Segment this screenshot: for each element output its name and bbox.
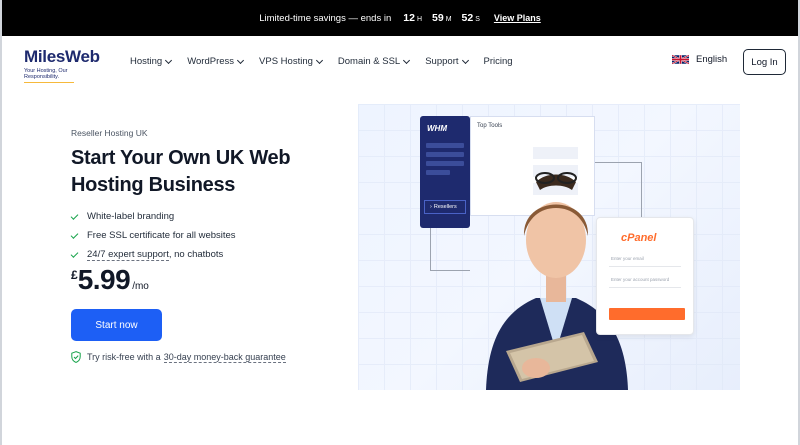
- promo-bar: Limited-time savings — ends in 12 H 59 M 5…: [2, 0, 798, 38]
- chevron-down-icon: [461, 56, 469, 64]
- feature-item: 24/7 expert support, no chatbots: [70, 245, 236, 264]
- feature-item: White-label branding: [70, 207, 236, 226]
- hero-eyebrow: Reseller Hosting UK: [71, 128, 148, 138]
- brand-tagline: Your Hosting, Our Responsibility.: [24, 68, 74, 83]
- countdown-seconds: 52 S: [461, 12, 480, 24]
- price-currency: £: [71, 268, 78, 282]
- hero-title: Start Your Own UK Web Hosting Business: [71, 147, 291, 196]
- countdown-hours: 12 H: [403, 12, 422, 24]
- nav-item-hosting[interactable]: Hosting: [130, 56, 173, 67]
- cpanel-logo: cPanel: [621, 232, 657, 244]
- hero-illustration: Top Tools WHM › Resellers cPanel Enter y…: [358, 104, 740, 390]
- promo-text: Limited-time savings — ends in: [259, 12, 392, 24]
- price-amount: 5.99: [77, 264, 131, 295]
- nav-item-wordpress[interactable]: WordPress: [187, 56, 245, 67]
- uk-flag-icon: [672, 54, 689, 65]
- nav-item-support[interactable]: Support: [425, 56, 469, 67]
- support-tooltip-trigger[interactable]: 24/7 expert support: [87, 249, 169, 261]
- price: £ 5.99 /mo: [71, 264, 149, 296]
- language-label: English: [696, 54, 728, 65]
- language-selector[interactable]: English: [672, 54, 727, 65]
- cpanel-email-field: Enter your email: [611, 256, 644, 261]
- cpanel-password-field: Enter your account password: [611, 277, 670, 282]
- page: Limited-time savings — ends in 12 H 59 M 5…: [0, 0, 800, 445]
- nav-item-domain-ssl[interactable]: Domain & SSL: [338, 56, 411, 67]
- check-icon: [70, 249, 79, 258]
- price-period: /mo: [132, 281, 149, 292]
- view-plans-link[interactable]: View Plans: [494, 13, 541, 23]
- cpanel-login-card: cPanel Enter your email Enter your accou…: [596, 217, 694, 335]
- brand-name: MilesWeb: [24, 47, 100, 66]
- nav-item-vps-hosting[interactable]: VPS Hosting: [259, 56, 323, 67]
- start-now-button[interactable]: Start now: [71, 309, 162, 341]
- top-tools-title: Top Tools: [477, 123, 503, 129]
- shield-check-icon: [71, 351, 81, 363]
- check-icon: [70, 230, 79, 239]
- nav-item-pricing[interactable]: Pricing: [484, 56, 513, 67]
- countdown-minutes: 59 M: [432, 12, 452, 24]
- feature-item: Free SSL certificate for all websites: [70, 226, 236, 245]
- chevron-down-icon: [165, 56, 173, 64]
- feature-list: White-label branding Free SSL certificat…: [70, 207, 236, 264]
- nav-menu: Hosting WordPress VPS Hosting Domain & S…: [130, 56, 529, 67]
- chevron-down-icon: [236, 56, 245, 64]
- login-button[interactable]: Log In: [743, 49, 786, 75]
- chevron-down-icon: [315, 56, 323, 64]
- brand-logo[interactable]: MilesWeb Your Hosting, Our Responsibilit…: [24, 47, 100, 83]
- guarantee: Try risk-free with a 30-day money-back g…: [71, 351, 286, 363]
- whm-panel: WHM › Resellers: [420, 116, 470, 228]
- money-back-guarantee-link[interactable]: 30-day money-back guarantee: [163, 352, 286, 363]
- chevron-down-icon: [403, 56, 411, 64]
- whm-logo: WHM: [427, 124, 447, 133]
- check-icon: [70, 211, 79, 220]
- whm-resellers-item: › Resellers: [424, 200, 466, 214]
- cpanel-login-button: [609, 308, 685, 320]
- main-nav: MilesWeb Your Hosting, Our Responsibilit…: [2, 40, 798, 88]
